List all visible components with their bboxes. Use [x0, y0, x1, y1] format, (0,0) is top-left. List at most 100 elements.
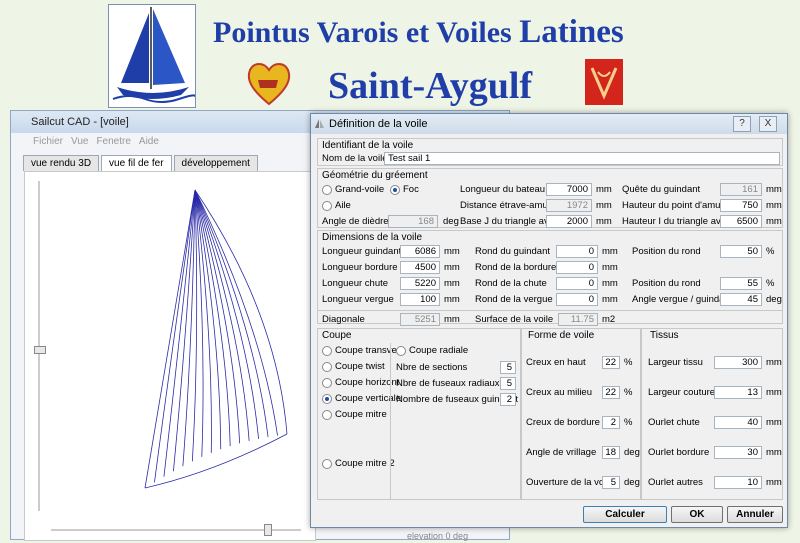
height-i-label: Hauteur I du triangle avant: [622, 216, 734, 227]
sections-count-input[interactable]: 5: [500, 361, 516, 374]
foot-depth-input[interactable]: 2: [602, 416, 620, 429]
foot-round-label: Rond de la bordure: [475, 262, 557, 273]
elevation-value: 0 deg: [445, 531, 469, 541]
luff-rake-input[interactable]: 161: [720, 183, 762, 196]
banner-subtitle: Saint-Aygulf: [328, 65, 533, 107]
seam-width-label: Largeur coutures: [648, 387, 720, 398]
mid-depth-input[interactable]: 22: [602, 386, 620, 399]
radio-cut-twist-label: Coupe twist: [335, 361, 385, 372]
radial-gores-input[interactable]: 5: [500, 377, 516, 390]
cancel-button[interactable]: Annuler: [727, 506, 783, 523]
leech-hem-input[interactable]: 40: [714, 416, 762, 429]
radio-cut-mitre[interactable]: [322, 410, 332, 420]
tack-height-input[interactable]: 750: [720, 199, 762, 212]
seam-width-input[interactable]: 13: [714, 386, 762, 399]
menu-vue[interactable]: Vue: [71, 136, 88, 147]
radio-cut-twist[interactable]: [322, 362, 332, 372]
luff-round-label: Rond du guindant: [475, 246, 551, 257]
yard-luff-angle-input[interactable]: 45: [720, 293, 762, 306]
radio-cut-vertical[interactable]: [322, 394, 332, 404]
heart-emblem-icon: [246, 60, 292, 109]
sail-panel-line: [163, 189, 196, 477]
sail-wireframe-view[interactable]: [24, 171, 316, 541]
radio-cut-mitre-label: Coupe mitre: [335, 409, 387, 420]
twist-angle-unit: deg: [624, 447, 640, 458]
tab-render-3d[interactable]: vue rendu 3D: [23, 155, 100, 171]
radio-cut-mitre-2[interactable]: [322, 459, 332, 469]
sail-name-input[interactable]: Test sail 1: [384, 152, 780, 165]
boat-length-label: Longueur du bateau: [460, 184, 546, 195]
foot-depth-unit: %: [624, 417, 633, 428]
luff-rake-label: Quête du guindant: [622, 184, 701, 195]
menu-fichier[interactable]: Fichier: [33, 136, 63, 147]
menu-fenetre[interactable]: Fenetre: [96, 136, 130, 147]
base-j-unit: mm: [596, 216, 612, 227]
boat-length-input[interactable]: 7000: [546, 183, 592, 196]
banner-title-latines: Latines: [519, 14, 624, 50]
yard-luff-angle-label: Angle vergue / guindant: [632, 294, 733, 305]
sail-name-label: Nom de la voile: [322, 153, 388, 164]
horizontal-slider-handle[interactable]: [264, 524, 272, 536]
yard-round-input[interactable]: 0: [556, 293, 598, 306]
yard-length-input[interactable]: 100: [400, 293, 440, 306]
menu-aide[interactable]: Aide: [139, 136, 159, 147]
leech-round-input[interactable]: 0: [556, 277, 598, 290]
leech-hem-label: Ourlet chute: [648, 417, 700, 428]
radio-grandvoile[interactable]: [322, 185, 332, 195]
foot-hem-input[interactable]: 30: [714, 446, 762, 459]
compute-button[interactable]: Calculer: [583, 506, 667, 523]
base-j-input[interactable]: 2000: [546, 215, 592, 228]
foot-length-input[interactable]: 4500: [400, 261, 440, 274]
dialog-title: Définition de la voile: [329, 118, 428, 130]
rig-group: Géométrie du gréement Grand-voile Foc Ai…: [317, 168, 783, 228]
sheeting-angle-input[interactable]: 5: [602, 476, 620, 489]
luff-gores-input[interactable]: 2: [500, 393, 516, 406]
view-tabs: vue rendu 3D vue fil de fer développemen…: [23, 155, 260, 171]
foot-hem-label: Ourlet bordure: [648, 447, 710, 458]
elevation-label: elevation: [407, 531, 444, 541]
stem-distance-unit: mm: [596, 200, 612, 211]
leech-round-pos-input[interactable]: 55: [720, 277, 762, 290]
radio-cut-radial[interactable]: [396, 346, 406, 356]
vertical-slider-handle[interactable]: [34, 346, 46, 354]
sail-area-value: 11.75: [558, 313, 598, 326]
top-depth-input[interactable]: 22: [602, 356, 620, 369]
tab-development[interactable]: développement: [173, 155, 258, 171]
ok-button[interactable]: OK: [671, 506, 723, 523]
height-i-input[interactable]: 6500: [720, 215, 762, 228]
sail-panel-line: [173, 189, 196, 472]
dihedral-label: Angle de dièdre: [322, 216, 389, 227]
close-button[interactable]: X: [759, 116, 777, 132]
leech-length-input[interactable]: 5220: [400, 277, 440, 290]
sail-area-label: Surface de la voile: [475, 314, 554, 325]
leech-round-pos-label: Position du rond: [632, 278, 701, 289]
radio-foc[interactable]: [390, 185, 400, 195]
cloth-width-input[interactable]: 300: [714, 356, 762, 369]
yard-round-unit: mm: [602, 294, 618, 305]
tack-height-label: Hauteur du point d'amure: [622, 200, 729, 211]
luff-length-input[interactable]: 6086: [400, 245, 440, 258]
foot-round-input[interactable]: 0: [556, 261, 598, 274]
leech-round-unit: mm: [602, 278, 618, 289]
stem-distance-input[interactable]: 1972: [546, 199, 592, 212]
leech-length-unit: mm: [444, 278, 460, 289]
leech-length-label: Longueur chute: [322, 278, 389, 289]
sail-luff-line: [144, 189, 196, 489]
radio-aile[interactable]: [322, 201, 332, 211]
help-button[interactable]: ?: [733, 116, 751, 132]
radio-cut-transverse[interactable]: [322, 346, 332, 356]
other-hem-unit: mm: [766, 477, 782, 488]
tab-wireframe[interactable]: vue fil de fer: [101, 155, 172, 171]
radio-cut-horizontal[interactable]: [322, 378, 332, 388]
radio-cut-radial-label: Coupe radiale: [409, 345, 469, 356]
dihedral-input[interactable]: 168: [388, 215, 438, 228]
leech-round-pos-unit: %: [766, 278, 775, 289]
twist-angle-input[interactable]: 18: [602, 446, 620, 459]
luff-round-pos-input[interactable]: 50: [720, 245, 762, 258]
foot-length-label: Longueur bordure: [322, 262, 398, 273]
other-hem-input[interactable]: 10: [714, 476, 762, 489]
radial-gores-label: Nbre de fuseaux radiaux: [396, 378, 500, 389]
foot-hem-unit: mm: [766, 447, 782, 458]
sheeting-angle-label: Ouverture de la voile: [526, 477, 614, 488]
luff-round-input[interactable]: 0: [556, 245, 598, 258]
